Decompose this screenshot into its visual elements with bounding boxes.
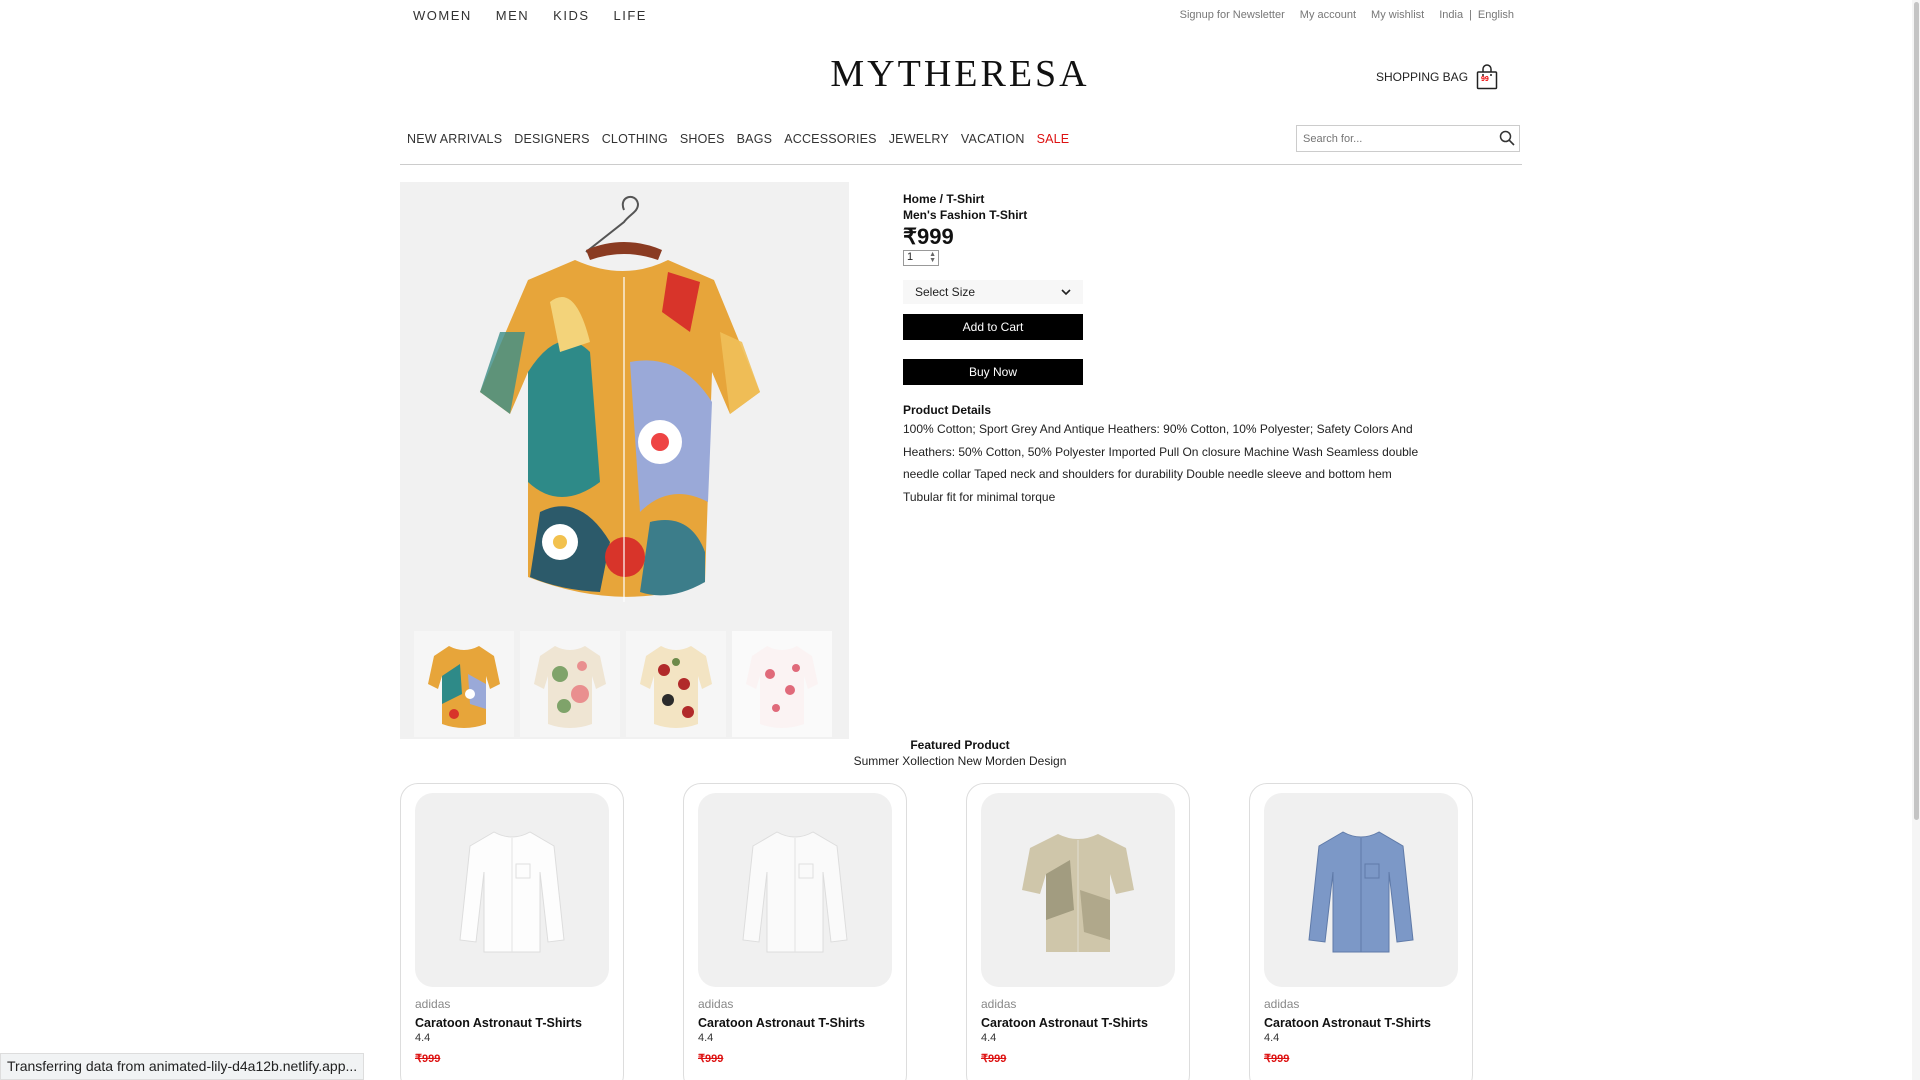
card-image[interactable]: [415, 793, 609, 987]
search-input[interactable]: [1297, 126, 1487, 151]
shopping-bag[interactable]: SHOPPING BAG 99: [1376, 64, 1498, 90]
site-logo[interactable]: MYTHERESA: [0, 52, 1920, 96]
separator: |: [1469, 9, 1472, 21]
my-account-link[interactable]: My account: [1300, 9, 1356, 21]
card-image[interactable]: [981, 793, 1175, 987]
product-thumbnails: [400, 629, 849, 739]
featured-title: Featured Product: [910, 738, 1010, 752]
featured-header: Featured Product Summer Xollection New M…: [0, 738, 1920, 768]
card-name[interactable]: Caratoon Astronaut T-Shirts: [415, 1016, 609, 1030]
search-box: [1296, 125, 1520, 152]
region-link[interactable]: India: [1439, 9, 1463, 21]
header-divider: [400, 164, 1522, 165]
cat-vacation[interactable]: VACATION: [961, 132, 1025, 146]
language-link[interactable]: English: [1478, 9, 1514, 21]
card-name[interactable]: Caratoon Astronaut T-Shirts: [698, 1016, 892, 1030]
chevron-down-icon: [1061, 285, 1071, 299]
product-price: ₹999: [903, 224, 954, 249]
card-price: ₹999: [981, 1053, 1007, 1065]
card-rating: 4.4: [698, 1032, 714, 1044]
cat-new-arrivals[interactable]: NEW ARRIVALS: [407, 132, 502, 146]
card-brand: adidas: [981, 997, 1017, 1011]
thumbnail-2[interactable]: [520, 631, 620, 737]
buy-now-button[interactable]: Buy Now: [903, 359, 1083, 385]
nav-women[interactable]: WOMEN: [413, 8, 472, 23]
cat-jewelry[interactable]: JEWELRY: [889, 132, 949, 146]
card-rating: 4.4: [415, 1032, 431, 1044]
product-card[interactable]: adidas Caratoon Astronaut T-Shirts 4.4 ₹…: [400, 783, 624, 1080]
card-rating: 4.4: [981, 1032, 997, 1044]
scrollbar-thumb[interactable]: [1914, 2, 1919, 820]
shopping-bag-label: SHOPPING BAG: [1376, 70, 1469, 84]
card-name[interactable]: Caratoon Astronaut T-Shirts: [981, 1016, 1175, 1030]
card-image[interactable]: [1264, 793, 1458, 987]
quantity-value: 1: [907, 251, 914, 263]
product-name: Men's Fashion T-Shirt: [903, 208, 1028, 222]
page: WOMEN MEN KIDS LIFE Signup for Newslette…: [0, 0, 1920, 1080]
bag-count: 99: [1481, 76, 1489, 83]
thumbnail-1[interactable]: [414, 631, 514, 737]
product-main-image: [400, 182, 849, 629]
nav-men[interactable]: MEN: [496, 8, 529, 23]
card-image[interactable]: [698, 793, 892, 987]
thumbnail-3[interactable]: [626, 631, 726, 737]
breadcrumb[interactable]: Home / T-Shirt: [903, 192, 1443, 206]
shopping-bag-icon: 99: [1476, 64, 1498, 90]
card-price: ₹999: [1264, 1053, 1290, 1065]
nav-kids[interactable]: KIDS: [553, 8, 589, 23]
cat-shoes[interactable]: SHOES: [680, 132, 725, 146]
top-nav: WOMEN MEN KIDS LIFE: [413, 8, 671, 23]
card-brand: adidas: [415, 997, 451, 1011]
cat-sale[interactable]: SALE: [1037, 132, 1070, 146]
card-brand: adidas: [698, 997, 734, 1011]
newsletter-link[interactable]: Signup for Newsletter: [1180, 9, 1285, 21]
cat-bags[interactable]: BAGS: [737, 132, 773, 146]
stepper-arrows-icon[interactable]: ▲ ▼: [929, 251, 936, 264]
product-card[interactable]: adidas Caratoon Astronaut T-Shirts 4.4 ₹…: [683, 783, 907, 1080]
browser-status-bar: Transferring data from animated-lily-d4a…: [0, 1053, 365, 1080]
scrollbar[interactable]: [1912, 0, 1920, 1080]
quantity-stepper[interactable]: 1 ▲ ▼: [903, 250, 939, 266]
featured-cards: adidas Caratoon Astronaut T-Shirts 4.4 ₹…: [400, 783, 1473, 1080]
thumbnail-4[interactable]: [732, 631, 832, 737]
category-nav: NEW ARRIVALS DESIGNERS CLOTHING SHOES BA…: [407, 132, 1081, 146]
product-info: Home / T-Shirt Men's Fashion T-Shirt ₹99…: [903, 192, 1443, 508]
cat-clothing[interactable]: CLOTHING: [602, 132, 668, 146]
featured-subtitle: Summer Xollection New Morden Design: [853, 754, 1067, 768]
size-select-label: Select Size: [915, 285, 976, 299]
add-to-cart-button[interactable]: Add to Cart: [903, 314, 1083, 340]
nav-life[interactable]: LIFE: [614, 8, 647, 23]
card-price: ₹999: [415, 1053, 441, 1065]
product-details-text: 100% Cotton; Sport Grey And Antique Heat…: [903, 422, 1419, 504]
card-price: ₹999: [698, 1053, 724, 1065]
product-card[interactable]: adidas Caratoon Astronaut T-Shirts 4.4 ₹…: [966, 783, 1190, 1080]
card-rating: 4.4: [1264, 1032, 1280, 1044]
size-select[interactable]: Select Size: [903, 280, 1083, 304]
card-name[interactable]: Caratoon Astronaut T-Shirts: [1264, 1016, 1458, 1030]
my-wishlist-link[interactable]: My wishlist: [1371, 9, 1424, 21]
search-icon[interactable]: [1499, 130, 1515, 151]
cat-accessories[interactable]: ACCESSORIES: [784, 132, 877, 146]
product-card[interactable]: adidas Caratoon Astronaut T-Shirts 4.4 ₹…: [1249, 783, 1473, 1080]
cat-designers[interactable]: DESIGNERS: [514, 132, 589, 146]
card-brand: adidas: [1264, 997, 1300, 1011]
top-links: Signup for Newsletter My account My wish…: [1165, 9, 1514, 21]
product-details-title: Product Details: [903, 403, 992, 417]
